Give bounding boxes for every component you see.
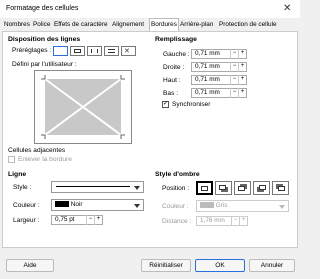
user-defined-label: Défini par l'utilisateur : xyxy=(12,61,77,68)
line-width-label: Largeur : xyxy=(13,217,40,224)
preset-none[interactable] xyxy=(53,46,68,56)
line-color-value: Noir xyxy=(70,201,83,208)
shadow-distance-value: 1,76 mm xyxy=(200,217,225,224)
close-icon[interactable]: ✕ xyxy=(283,3,291,14)
border-preview[interactable] xyxy=(34,70,132,144)
padding-left-value: 0,71 mm xyxy=(195,50,220,57)
padding-left-field[interactable]: 0,71 mm − + xyxy=(191,49,247,59)
padding-bottom-field[interactable]: 0,71 mm − + xyxy=(191,88,247,98)
shadow-none[interactable] xyxy=(196,181,213,195)
minus-icon[interactable]: − xyxy=(230,88,238,98)
padding-heading: Remplissage xyxy=(155,36,197,43)
padding-top-field[interactable]: 0,71 mm − + xyxy=(191,75,247,85)
minus-icon[interactable]: − xyxy=(230,75,238,85)
preset-diagonal[interactable]: ✕ xyxy=(121,46,136,56)
presets-label: Préréglages : xyxy=(12,47,52,54)
window-title: Formatage des cellules xyxy=(6,5,79,12)
plus-icon[interactable]: + xyxy=(238,49,246,59)
reset-button[interactable]: Réinitialiser xyxy=(141,259,191,272)
color-swatch xyxy=(200,202,214,209)
line-color-label: Couleur : xyxy=(13,202,40,209)
shadow-top-right[interactable] xyxy=(234,181,251,195)
line-width-field[interactable]: 0,75 pt − + xyxy=(51,215,103,225)
preset-top-bottom[interactable] xyxy=(104,46,119,56)
chevron-down-icon xyxy=(134,186,140,190)
minus-icon[interactable]: − xyxy=(86,215,94,225)
line-style-select[interactable] xyxy=(51,181,144,193)
tab-numbers[interactable]: Nombres xyxy=(4,19,30,31)
sync-checkbox[interactable]: ✓ xyxy=(162,101,169,108)
plus-icon[interactable]: + xyxy=(238,88,246,98)
padding-bottom-value: 0,71 mm xyxy=(195,89,220,96)
plus-icon[interactable]: + xyxy=(238,62,246,72)
padding-bottom-label: Bas : xyxy=(163,90,179,97)
shadow-heading: Style d'ombre xyxy=(155,171,200,178)
tab-alignment[interactable]: Alignement xyxy=(112,19,144,31)
plus-icon[interactable]: + xyxy=(94,215,102,225)
border-preview-canvas xyxy=(41,75,125,139)
shadow-bottom-right[interactable] xyxy=(215,181,232,195)
shadow-color-value: Gris xyxy=(215,202,228,209)
plus-icon[interactable]: + xyxy=(239,216,247,226)
tab-borders[interactable]: Bordures xyxy=(149,18,179,31)
sync-label: Synchroniser xyxy=(172,101,211,108)
padding-right-value: 0,71 mm xyxy=(195,63,220,70)
preset-outer[interactable] xyxy=(70,46,85,56)
preset-outer-inner[interactable] xyxy=(87,46,102,56)
remove-border-checkbox[interactable] xyxy=(8,156,15,163)
tab-cell-protection[interactable]: Protection de cellule xyxy=(219,19,277,31)
minus-icon[interactable]: − xyxy=(230,62,238,72)
shadow-distance-label: Distance : xyxy=(162,218,192,225)
line-color-select[interactable]: Noir xyxy=(51,199,144,211)
tab-font[interactable]: Police xyxy=(33,19,50,31)
minus-icon[interactable]: − xyxy=(231,216,239,226)
line-width-value: 0,75 pt xyxy=(55,216,75,223)
padding-top-label: Haut : xyxy=(163,77,181,84)
shadow-bottom-left[interactable] xyxy=(253,181,270,195)
help-button[interactable]: Aide xyxy=(6,259,54,272)
line-arrangement-heading: Disposition des lignes xyxy=(8,36,81,43)
shadow-position-label: Position : xyxy=(162,185,190,192)
chevron-down-icon xyxy=(279,205,285,209)
line-sample xyxy=(56,186,130,187)
padding-left-label: Gauche : xyxy=(163,51,190,58)
plus-icon[interactable]: + xyxy=(238,75,246,85)
cancel-button[interactable]: Annuler xyxy=(249,259,295,272)
line-heading: Ligne xyxy=(8,171,27,178)
chevron-down-icon xyxy=(134,204,140,208)
minus-icon[interactable]: − xyxy=(230,49,238,59)
remove-border-label: Enlever la bordure xyxy=(18,156,72,163)
adjacent-cells-label: Cellules adjacentes xyxy=(8,147,66,154)
padding-right-field[interactable]: 0,71 mm − + xyxy=(191,62,247,72)
padding-top-value: 0,71 mm xyxy=(195,76,220,83)
shadow-distance-field[interactable]: 1,76 mm − + xyxy=(196,216,248,226)
tab-background[interactable]: Arrière-plan xyxy=(180,19,213,31)
shadow-top-left[interactable] xyxy=(272,181,289,195)
shadow-color-select[interactable]: Gris xyxy=(196,200,289,212)
tab-font-effects[interactable]: Effets de caractère xyxy=(54,19,108,31)
tab-bar: Nombres Police Effets de caractère Align… xyxy=(4,18,296,31)
ok-button[interactable]: OK xyxy=(195,259,245,272)
color-swatch xyxy=(55,201,69,208)
line-style-label: Style : xyxy=(13,184,32,191)
shadow-color-label: Couleur : xyxy=(162,203,189,210)
padding-right-label: Droite : xyxy=(163,64,185,71)
